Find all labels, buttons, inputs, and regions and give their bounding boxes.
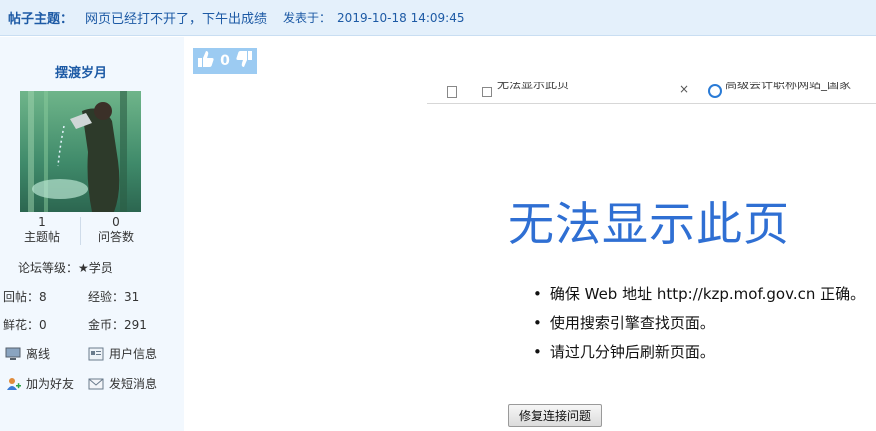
close-icon: ×	[679, 82, 690, 96]
user-sidebar: 摆渡岁月 1 主题帖 0 问答数 论坛等级：★学员 回帖：8 经验：31 鲜花：…	[0, 37, 184, 431]
suggestion-item: 请过几分钟后刷新页面。	[533, 341, 865, 370]
experience-value: 经验：31	[88, 290, 140, 304]
error-title: 无法显示此页	[508, 197, 790, 251]
add-friend-link[interactable]: 加为好友	[5, 375, 74, 392]
monitor-icon	[5, 347, 21, 361]
topics-stat[interactable]: 1 主题帖	[2, 215, 82, 245]
user-card-icon	[88, 347, 104, 361]
forum-level: 论坛等级：★学员	[18, 261, 113, 275]
send-message-link[interactable]: 发短消息	[88, 375, 157, 392]
offline-status: 离线	[5, 345, 50, 362]
suggestion-item: 使用搜索引擎查找页面。	[533, 312, 865, 341]
answers-label: 问答数	[97, 230, 134, 244]
offline-label: 离线	[26, 347, 51, 361]
thumbs-up-icon[interactable]	[197, 50, 215, 72]
ie-icon	[708, 84, 722, 98]
thumbs-down-icon[interactable]	[235, 50, 253, 72]
like-bar: 0	[193, 48, 257, 74]
answers-stat[interactable]: 0 问答数	[76, 215, 156, 245]
envelope-icon	[88, 377, 104, 391]
tab-square-icon	[482, 87, 492, 97]
post-subject: 网页已经打不开了，下午出成绩	[85, 12, 268, 27]
topics-count: 1	[38, 215, 46, 229]
add-friend-label: 加为好友	[26, 377, 75, 391]
add-friend-icon	[5, 377, 21, 391]
user-info-link[interactable]: 用户信息	[88, 345, 157, 362]
embedded-tab2-title: 高级会计职称网站_国家	[725, 82, 852, 91]
post-header: 帖子主题： 网页已经打不开了，下午出成绩 发表于： 2019-10-18 14:…	[0, 0, 876, 36]
fix-connection-button[interactable]: 修复连接问题	[508, 404, 602, 427]
embedded-tab-title: 无法显示此页	[497, 82, 570, 91]
posted-label: 发表于：	[283, 11, 332, 25]
posted-time: 2019-10-18 14:09:45	[337, 10, 465, 25]
replies-count: 回帖：8	[3, 290, 47, 304]
user-info-label: 用户信息	[109, 347, 158, 361]
coins-value: 金币：291	[88, 318, 147, 332]
like-count: 0	[220, 53, 230, 69]
topics-label: 主题帖	[23, 230, 60, 244]
avatar-illustration	[20, 91, 141, 212]
user-stats: 1 主题帖 0 问答数	[0, 215, 162, 247]
suggestion-item: 确保 Web 地址 http://kzp.mof.gov.cn 正确。	[533, 283, 865, 312]
avatar[interactable]	[20, 91, 141, 212]
error-suggestions: 确保 Web 地址 http://kzp.mof.gov.cn 正确。 使用搜索…	[533, 283, 865, 370]
page-icon	[447, 86, 457, 98]
send-message-label: 发短消息	[109, 377, 158, 391]
answers-count: 0	[112, 215, 120, 229]
embedded-browser-tabs: 无法显示此页 × 高级会计职称网站_国家	[427, 82, 876, 104]
subject-label: 帖子主题：	[8, 12, 74, 27]
username-link[interactable]: 摆渡岁月	[0, 62, 162, 81]
flowers-count: 鲜花：0	[3, 318, 47, 332]
